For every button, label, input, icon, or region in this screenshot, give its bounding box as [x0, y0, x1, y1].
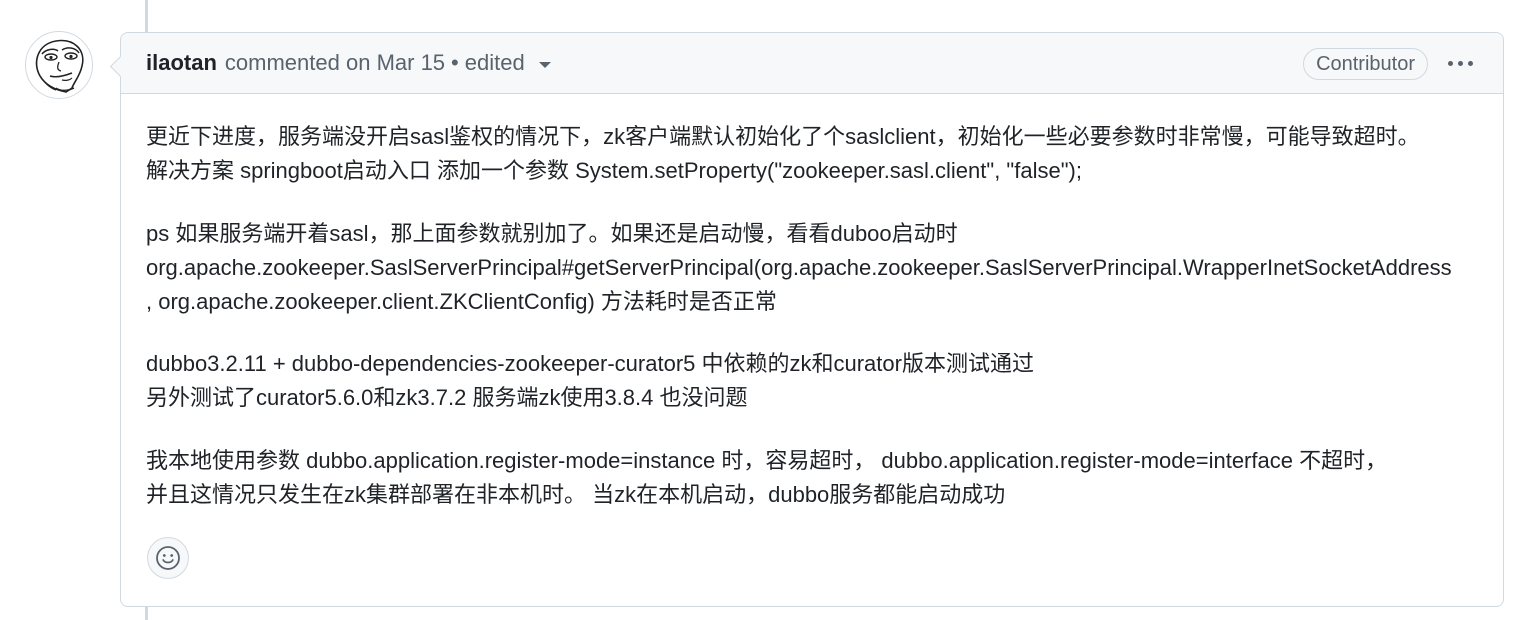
text-line: ps 如果服务端开着sasl，那上面参数就别加了。如果还是启动慢，看看duboo…	[146, 221, 958, 246]
text-line: org.apache.zookeeper.SaslServerPrincipal…	[146, 255, 1452, 280]
kebab-horizontal-icon[interactable]	[1446, 57, 1475, 70]
comment-paragraph: ps 如果服务端开着sasl，那上面参数就别加了。如果还是启动慢，看看duboo…	[146, 217, 1486, 319]
text-line: 更近下进度，服务端没开启sasl鉴权的情况下，zk客户端默认初始化了个saslc…	[146, 124, 1420, 149]
comment-paragraph: 我本地使用参数 dubbo.application.register-mode=…	[146, 444, 1486, 512]
comment-meta: ilaotan commented on Mar 15 • edited	[146, 50, 551, 76]
text-line: 我本地使用参数 dubbo.application.register-mode=…	[146, 448, 1388, 473]
menu-dot	[1458, 60, 1463, 66]
contributor-badge: Contributor	[1303, 48, 1428, 80]
comment-paragraph: dubbo3.2.11 + dubbo-dependencies-zookeep…	[146, 347, 1486, 415]
text-line: 另外测试了curator5.6.0和zk3.7.2 服务端zk使用3.8.4 也…	[146, 385, 748, 410]
text-line: 并且这情况只发生在zk集群部署在非本机时。 当zk在本机启动，dubbo服务都能…	[146, 482, 1006, 507]
comment-header: ilaotan commented on Mar 15 • edited Con…	[121, 33, 1503, 94]
text-line: 解决方案 springboot启动入口 添加一个参数 System.setPro…	[146, 158, 1082, 183]
author-link[interactable]: ilaotan	[146, 50, 217, 76]
comment-container: ilaotan commented on Mar 15 • edited Con…	[109, 32, 1504, 607]
meme-face-icon	[35, 39, 84, 93]
comment-date[interactable]: Mar 15	[377, 50, 445, 76]
menu-dot	[1468, 60, 1473, 66]
smiley-icon	[156, 546, 180, 570]
header-actions: Contributor	[1303, 46, 1478, 80]
meta-separator: •	[451, 50, 459, 75]
edited-dropdown[interactable]: edited	[465, 50, 551, 76]
menu-dot	[1448, 60, 1453, 66]
comment-action: commented on	[224, 50, 371, 75]
comment-paragraph: 更近下进度，服务端没开启sasl鉴权的情况下，zk客户端默认初始化了个saslc…	[146, 120, 1486, 188]
text-line: , org.apache.zookeeper.client.ZKClientCo…	[146, 289, 777, 314]
triangle-down-icon	[538, 62, 551, 68]
text-line: dubbo3.2.11 + dubbo-dependencies-zookeep…	[146, 351, 1034, 376]
edited-label: edited	[464, 50, 525, 75]
add-reaction-button[interactable]	[147, 537, 189, 579]
avatar[interactable]	[25, 31, 93, 99]
